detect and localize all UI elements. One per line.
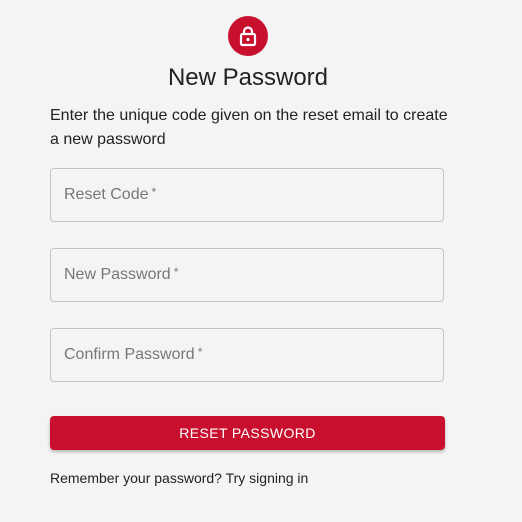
reset-code-field[interactable]: Reset Code * [50,168,444,222]
lock-icon [239,26,257,47]
new-password-input[interactable] [51,249,443,301]
instructions-text: Enter the unique code given on the reset… [50,107,448,148]
confirm-password-field[interactable]: Confirm Password * [50,328,444,382]
page-title: New Password [167,64,329,91]
confirm-password-input[interactable] [51,329,443,381]
reset-code-input[interactable] [51,169,443,221]
reset-password-button[interactable]: RESET PASSWORD [50,416,445,450]
lock-avatar [228,16,268,56]
sign-in-link[interactable]: Remember your password? Try signing in [50,470,308,486]
new-password-field[interactable]: New Password * [50,248,444,302]
